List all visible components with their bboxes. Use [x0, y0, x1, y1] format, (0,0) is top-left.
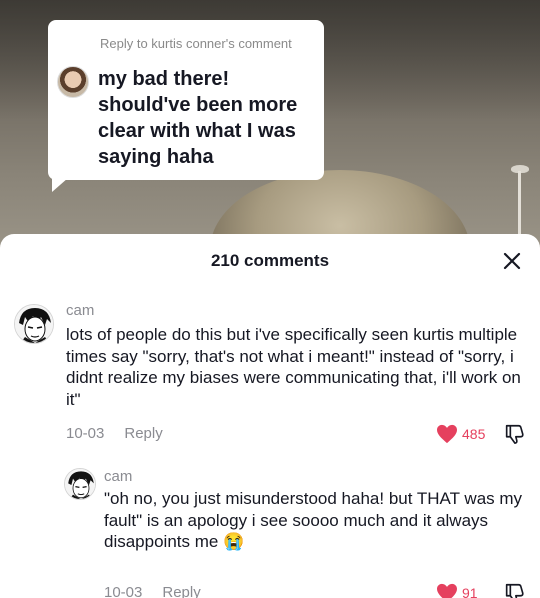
reply-text: my bad there! should've been more clear … [98, 68, 298, 168]
like-button[interactable]: 91 [436, 583, 478, 598]
avatar[interactable] [64, 468, 96, 500]
anime-avatar-icon [15, 305, 53, 343]
heart-icon [437, 424, 457, 444]
comment-meta: 10-03 Reply [104, 584, 201, 598]
heart-icon [437, 583, 457, 598]
comments-panel: 210 comments cam lots of people do this … [0, 234, 540, 598]
comment-text: lots of people do this but i've specific… [66, 325, 521, 409]
reply-comment-item: cam "oh no, you just misunderstood haha!… [0, 454, 540, 598]
comment-meta: 10-03 Reply [66, 425, 163, 442]
dislike-button[interactable] [503, 582, 525, 598]
comment-username[interactable]: cam [66, 302, 94, 319]
reply-button[interactable]: Reply [124, 425, 162, 442]
bubble-tail [52, 178, 68, 192]
dislike-icon [505, 424, 524, 444]
dislike-button[interactable] [503, 423, 525, 450]
like-count: 485 [462, 426, 486, 442]
comment-body: "oh no, you just misunderstood haha! but… [104, 489, 523, 551]
reply-button[interactable]: Reply [162, 584, 200, 598]
like-count: 91 [462, 585, 478, 598]
reply-header: Reply to kurtis conner's comment [100, 36, 292, 51]
reply-avatar [57, 66, 89, 98]
comment-date: 10-03 [104, 584, 143, 598]
avatar[interactable] [14, 304, 54, 344]
comment-username[interactable]: cam [104, 468, 132, 485]
ceiling-light-fixture [505, 165, 535, 241]
comment-date: 10-03 [66, 425, 105, 442]
comment-item: cam lots of people do this but i've spec… [0, 234, 540, 454]
crying-emoji: 😭 [223, 532, 245, 551]
comment-text: "oh no, you just misunderstood haha! but… [104, 488, 524, 553]
like-button[interactable]: 485 [436, 424, 485, 444]
anime-avatar-icon [65, 469, 95, 499]
dislike-icon [505, 583, 524, 598]
reply-comment-card: Reply to kurtis conner's comment my bad … [48, 20, 324, 192]
